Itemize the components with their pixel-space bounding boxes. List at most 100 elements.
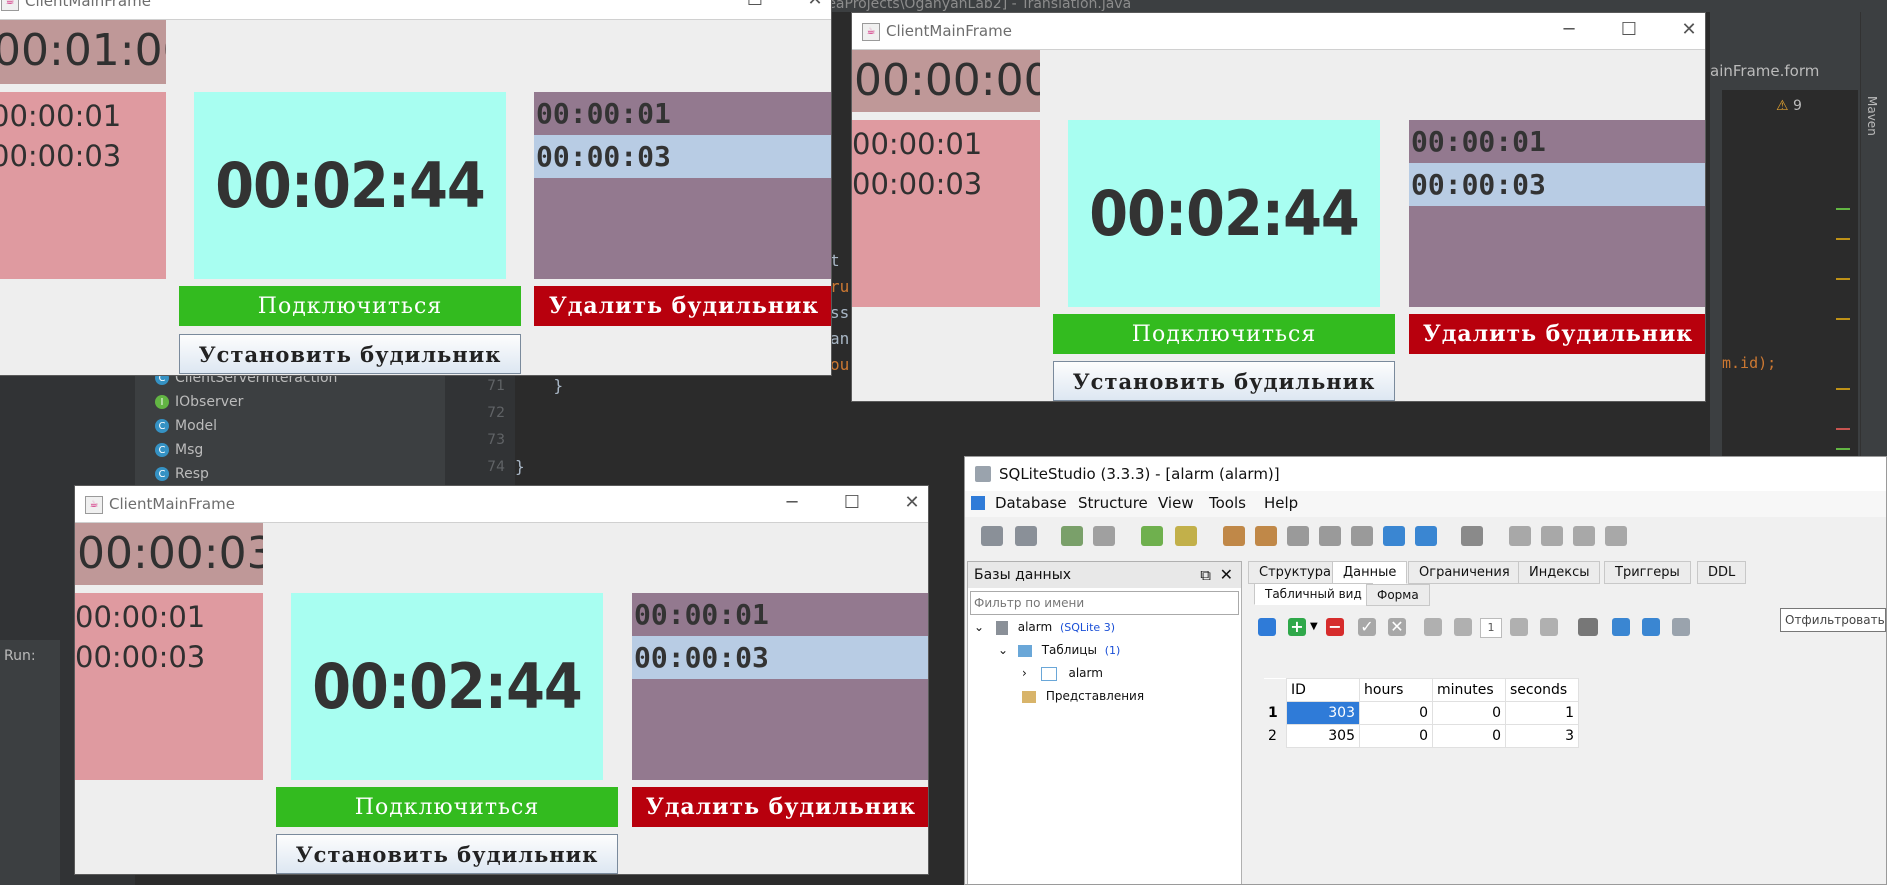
settings-icon[interactable] [1461, 526, 1483, 546]
menu-structure[interactable]: Structure [1078, 494, 1148, 512]
first-page-icon[interactable] [1424, 618, 1442, 636]
table-cell[interactable]: 0 [1432, 724, 1506, 748]
table-cell[interactable]: 0 [1359, 701, 1433, 725]
chevron-down-icon[interactable]: ⌄ [974, 620, 984, 634]
window-menu-icon[interactable] [971, 496, 985, 510]
menu-tools[interactable]: Tools [1209, 494, 1246, 512]
column-header-id[interactable]: ID [1286, 678, 1360, 702]
tab-grid-view[interactable]: Табличный вид [1254, 583, 1373, 605]
print-icon[interactable] [1578, 618, 1598, 636]
maximize-icon[interactable]: ☐ [1615, 17, 1643, 43]
maximize-icon[interactable]: ☐ [838, 490, 866, 516]
set-alarm-button[interactable]: Установить будильник [1053, 361, 1395, 401]
tab-form-view[interactable]: Форма [1366, 584, 1430, 606]
add-row-icon[interactable]: + [1288, 618, 1306, 636]
tab-constraints[interactable]: Ограничения [1408, 561, 1521, 584]
edit-table-icon[interactable] [1175, 526, 1197, 546]
minimize-icon[interactable]: ─ [1555, 17, 1583, 43]
tab-ddl[interactable]: DDL [1697, 561, 1747, 584]
collapse-icon[interactable] [1642, 618, 1660, 636]
table-cell[interactable]: 305 [1286, 724, 1360, 748]
alarm-listbox[interactable]: 00:00:01 00:00:03 [632, 593, 928, 780]
delete-row-icon[interactable]: − [1326, 618, 1344, 636]
editor-tab[interactable]: ainFrame.form [1710, 62, 1819, 80]
minimize-icon[interactable]: ─ [778, 490, 806, 516]
sql-editor-icon[interactable] [1223, 526, 1245, 546]
tile-vertical-icon[interactable] [1573, 526, 1595, 546]
last-page-icon[interactable] [1540, 618, 1558, 636]
row-number[interactable]: 1 [1264, 701, 1287, 725]
tab-data[interactable]: Данные [1332, 561, 1408, 584]
tile-icon[interactable] [1509, 526, 1531, 546]
filter-input[interactable]: Фильтр по имени [970, 591, 1239, 615]
connect-button[interactable]: Подключиться [276, 787, 618, 827]
column-header-minutes[interactable]: minutes [1432, 678, 1506, 702]
listbox-item[interactable]: 00:00:01 [632, 593, 928, 636]
project-item[interactable]: C Msg [155, 438, 203, 462]
table-cell[interactable]: 0 [1359, 724, 1433, 748]
chevron-down-icon[interactable]: ⌄ [998, 643, 1008, 657]
table-row[interactable]: 2 305 0 0 3 [1264, 724, 1579, 748]
table-filter-input[interactable]: Отфильтровать [1780, 608, 1886, 632]
row-number[interactable]: 2 [1264, 724, 1287, 748]
page-number[interactable]: 1 [1480, 618, 1502, 638]
chevron-right-icon[interactable]: › [1022, 666, 1027, 680]
table-cell[interactable]: 1 [1505, 701, 1579, 725]
close-icon[interactable]: ✕ [898, 490, 926, 516]
prev-page-icon[interactable] [1454, 618, 1472, 636]
delete-alarm-button[interactable]: Удалить будильник [534, 286, 831, 326]
close-icon[interactable]: ✕ [1220, 562, 1233, 588]
column-header-seconds[interactable]: seconds [1505, 678, 1579, 702]
chevron-down-icon[interactable]: ▼ [1310, 621, 1318, 632]
float-icon[interactable]: ⧉ [1200, 562, 1211, 588]
project-item[interactable]: C Resp [155, 462, 209, 486]
listbox-item[interactable]: 00:00:01 [534, 92, 831, 135]
tree-views[interactable]: Представления [1022, 689, 1144, 703]
maximize-icon[interactable]: ☐ [741, 0, 769, 13]
disconnect-icon[interactable] [1015, 526, 1037, 546]
listbox-item-selected[interactable]: 00:00:03 [534, 135, 831, 178]
connect-button[interactable]: Подключиться [1053, 314, 1395, 354]
connect-icon[interactable] [981, 526, 1003, 546]
table-cell[interactable]: 0 [1432, 701, 1506, 725]
column-header-hours[interactable]: hours [1359, 678, 1433, 702]
close-icon[interactable]: ✕ [1675, 17, 1703, 43]
delete-alarm-button[interactable]: Удалить будильник [632, 787, 928, 827]
connect-button[interactable]: Подключиться [179, 286, 521, 326]
tree-table-alarm[interactable]: › alarm [1022, 666, 1103, 681]
tile-horizontal-icon[interactable] [1541, 526, 1563, 546]
listbox-item-selected[interactable]: 00:00:03 [1409, 163, 1705, 206]
remove-database-icon[interactable] [1093, 526, 1115, 546]
import-icon[interactable] [1383, 526, 1405, 546]
functions-icon[interactable] [1287, 526, 1309, 546]
alarm-listbox[interactable]: 00:00:01 00:00:03 [534, 92, 831, 279]
tab-structure[interactable]: Структура [1248, 561, 1342, 584]
cascade-icon[interactable] [1605, 526, 1627, 546]
ddl-history-icon[interactable] [1255, 526, 1277, 546]
tab-triggers[interactable]: Триггеры [1604, 561, 1691, 584]
minimize-icon[interactable]: ─ [681, 0, 709, 13]
table-cell[interactable]: 3 [1505, 724, 1579, 748]
close-icon[interactable]: ✕ [801, 0, 829, 13]
export-icon[interactable] [1415, 526, 1437, 546]
rollback-icon[interactable]: ✕ [1388, 618, 1406, 636]
listbox-item-selected[interactable]: 00:00:03 [632, 636, 928, 679]
project-item[interactable]: C Model [155, 414, 217, 438]
menu-view[interactable]: View [1158, 494, 1194, 512]
maven-sidebar[interactable]: Maven [1860, 12, 1887, 460]
extensions-icon[interactable] [1351, 526, 1373, 546]
table-cell[interactable]: 303 [1286, 701, 1360, 725]
tab-indexes[interactable]: Индексы [1518, 561, 1601, 584]
next-page-icon[interactable] [1510, 618, 1528, 636]
filter-mode-icon[interactable] [1672, 618, 1690, 636]
delete-alarm-button[interactable]: Удалить будильник [1409, 314, 1705, 354]
commit-icon[interactable]: ✓ [1358, 618, 1376, 636]
tree-db-alarm[interactable]: ⌄ alarm (SQLite 3) [974, 620, 1115, 635]
expand-icon[interactable] [1612, 618, 1630, 636]
set-alarm-button[interactable]: Установить будильник [276, 834, 618, 874]
alarm-listbox[interactable]: 00:00:01 00:00:03 [1409, 120, 1705, 307]
project-item[interactable]: I IObserver [155, 390, 243, 414]
menu-database[interactable]: Database [995, 494, 1067, 512]
tree-tables[interactable]: ⌄ Таблицы (1) [998, 643, 1120, 657]
collations-icon[interactable] [1319, 526, 1341, 546]
